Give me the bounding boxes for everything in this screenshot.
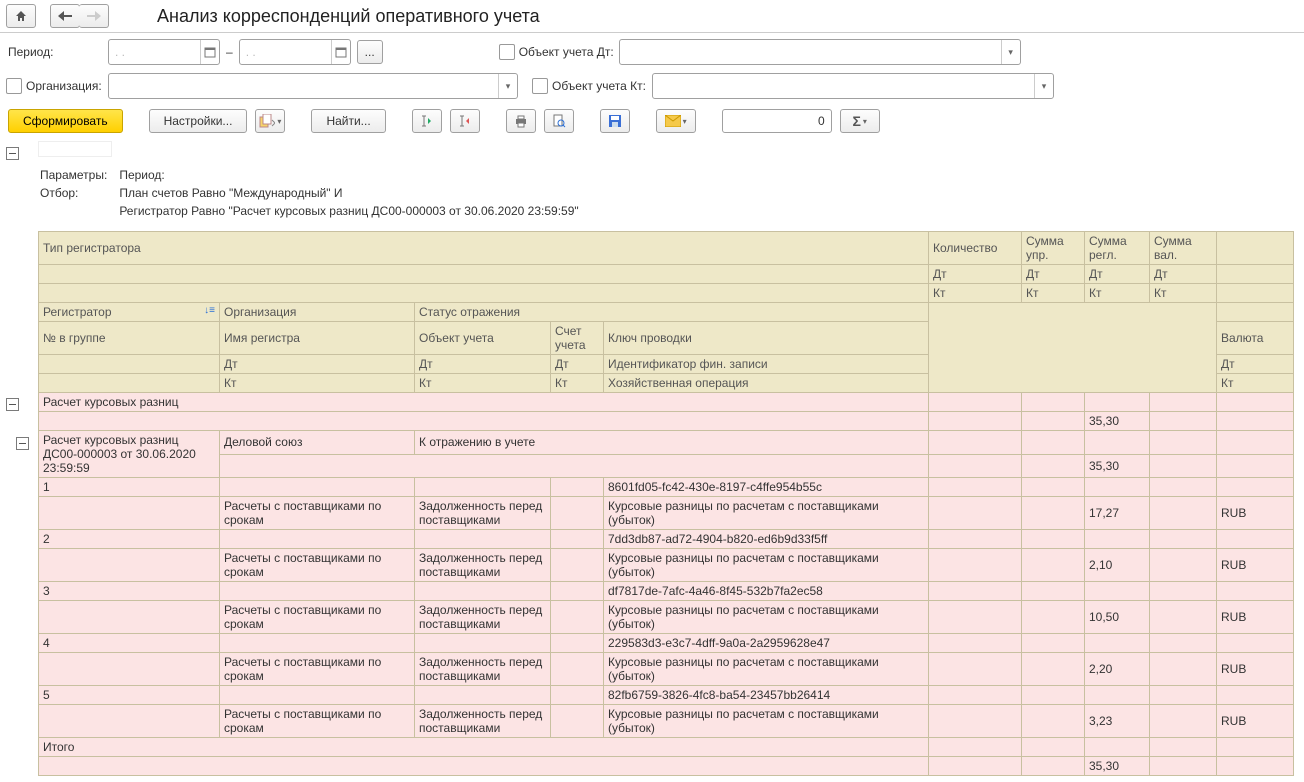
- col-sum-upr: Сумма упр.: [1022, 232, 1085, 265]
- expand-icon: [420, 114, 434, 128]
- filters-panel: Период: . . – . . ... Объект учета Дт: ▾: [0, 33, 1304, 109]
- collapse-node[interactable]: [16, 437, 29, 450]
- page-title: Анализ корреспонденций оперативного учет…: [157, 6, 540, 27]
- period-label: Период:: [8, 45, 108, 59]
- save-button[interactable]: [600, 109, 630, 133]
- col-sum-reg: Сумма регл.: [1085, 232, 1150, 265]
- calendar-icon[interactable]: [200, 40, 219, 64]
- sum-button[interactable]: Σ ▾: [840, 109, 880, 133]
- sort-icon: ↓≡: [204, 305, 215, 316]
- org-checkbox[interactable]: [6, 78, 22, 94]
- arrow-left-icon: [58, 11, 72, 21]
- chevron-down-icon[interactable]: ▾: [1034, 74, 1053, 98]
- total-row: Итого: [39, 738, 1294, 757]
- diskette-icon: [608, 114, 622, 128]
- col-filler: [1217, 232, 1294, 265]
- group-row[interactable]: Расчет курсовых разниц: [39, 393, 1294, 412]
- number-input[interactable]: 0: [722, 109, 832, 133]
- report-body: Параметры:Период: Отбор:План счетов Равн…: [38, 141, 1304, 776]
- preview-button[interactable]: [544, 109, 574, 133]
- copy-icon: [259, 114, 275, 128]
- forward-button[interactable]: [79, 4, 109, 28]
- chevron-down-icon[interactable]: ▾: [1001, 40, 1020, 64]
- col-acct: Счет учета: [551, 322, 604, 355]
- top-nav: Анализ корреспонденций оперативного учет…: [0, 0, 1304, 33]
- collapse-node[interactable]: [6, 398, 19, 411]
- data-row[interactable]: 3df7817de-7afc-4a46-8f45-532b7fa2ec58: [39, 582, 1294, 601]
- params-label: Параметры:: [40, 167, 117, 183]
- obj-kt-input[interactable]: ▾: [652, 73, 1054, 99]
- params-value: Период:: [119, 167, 588, 183]
- period-choose-button[interactable]: ...: [357, 40, 383, 64]
- period-dash: –: [226, 45, 233, 59]
- col-oper: Хозяйственная операция: [604, 374, 929, 393]
- generate-button[interactable]: Сформировать: [8, 109, 123, 133]
- find-button[interactable]: Найти...: [311, 109, 385, 133]
- data-row[interactable]: 582fb6759-3826-4fc8-ba54-23457bb26414: [39, 686, 1294, 705]
- col-object: Объект учета: [415, 322, 551, 355]
- obj-dt-label: Объект учета Дт:: [519, 45, 619, 59]
- filter-line-1: План счетов Равно "Международный" И: [119, 185, 588, 201]
- envelope-icon: [665, 115, 681, 127]
- toolbar: Сформировать Настройки... ▾ Найти... ▾ 0…: [0, 109, 1304, 141]
- col-registrator[interactable]: Регистратор↓≡: [39, 303, 220, 322]
- data-row[interactable]: 27dd3db87-ad72-4904-b820-ed6b9d33f5ff: [39, 530, 1294, 549]
- obj-kt-checkbox[interactable]: [532, 78, 548, 94]
- report-grid: Тип регистратора Количество Сумма упр. С…: [38, 231, 1294, 776]
- org-input[interactable]: ▾: [108, 73, 518, 99]
- org-label: Организация:: [26, 79, 108, 93]
- doc-row[interactable]: Расчет курсовых разниц ДС00-000003 от 30…: [39, 431, 1294, 455]
- collapse-groups-button[interactable]: [450, 109, 480, 133]
- outline-gutter: [4, 141, 38, 452]
- obj-dt-input[interactable]: ▾: [619, 39, 1021, 65]
- filter-line-2: Регистратор Равно "Расчет курсовых разни…: [119, 203, 588, 219]
- report-params: Параметры:Период: Отбор:План счетов Равн…: [38, 161, 591, 231]
- doc-cell: Расчет курсовых разниц ДС00-000003 от 30…: [39, 431, 220, 478]
- obj-kt-label: Объект учета Кт:: [552, 79, 652, 93]
- document-search-icon: [552, 114, 566, 128]
- settings-variants-button[interactable]: ▾: [255, 109, 285, 133]
- col-finid: Идентификатор фин. записи: [604, 355, 929, 374]
- period-to-input[interactable]: . .: [239, 39, 351, 65]
- col-org: Организация: [220, 303, 415, 322]
- home-button[interactable]: [6, 4, 36, 28]
- col-sum-val: Сумма вал.: [1150, 232, 1217, 265]
- back-button[interactable]: [50, 4, 80, 28]
- period-from-input[interactable]: . .: [108, 39, 220, 65]
- data-row[interactable]: 18601fd05-fc42-430e-8197-c4ffe954b55c: [39, 478, 1294, 497]
- selection-marker: [38, 141, 112, 157]
- chevron-down-icon[interactable]: ▾: [498, 74, 517, 98]
- col-group-num: № в группе: [39, 322, 220, 355]
- col-qty: Количество: [929, 232, 1022, 265]
- obj-dt-checkbox[interactable]: [499, 44, 515, 60]
- data-row[interactable]: 4229583d3-e3c7-4dff-9a0a-2a2959628e47: [39, 634, 1294, 653]
- send-button[interactable]: ▾: [656, 109, 696, 133]
- sigma-icon: Σ: [852, 113, 860, 129]
- col-currency: Валюта: [1217, 322, 1294, 355]
- collapse-icon: [458, 114, 472, 128]
- expand-groups-button[interactable]: [412, 109, 442, 133]
- collapse-node[interactable]: [6, 147, 19, 160]
- arrow-right-icon: [87, 11, 101, 21]
- calendar-icon[interactable]: [331, 40, 350, 64]
- home-icon: [14, 9, 28, 23]
- col-status: Статус отражения: [415, 303, 929, 322]
- filter-label: Отбор:: [40, 185, 117, 201]
- printer-icon: [514, 114, 528, 128]
- col-regname: Имя регистра: [220, 322, 415, 355]
- col-key: Ключ проводки: [604, 322, 929, 355]
- print-button[interactable]: [506, 109, 536, 133]
- settings-button[interactable]: Настройки...: [149, 109, 248, 133]
- col-reg-type: Тип регистратора: [39, 232, 929, 265]
